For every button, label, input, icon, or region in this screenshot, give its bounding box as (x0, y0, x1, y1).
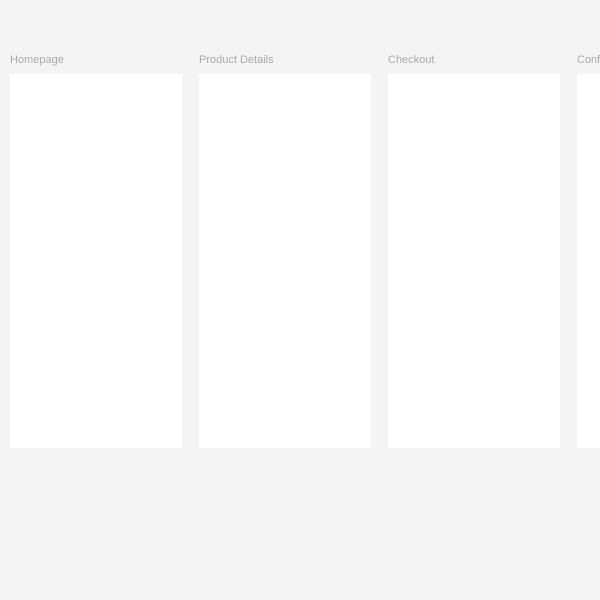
frame-confirmation[interactable]: Conf (577, 53, 600, 448)
frame-label-confirmation[interactable]: Conf (577, 53, 600, 68)
frame-product-details[interactable]: Product Details (199, 53, 371, 448)
frame-artboard-checkout[interactable] (388, 74, 560, 448)
frame-artboard-product-details[interactable] (199, 74, 371, 448)
frame-checkout[interactable]: Checkout (388, 53, 560, 448)
frame-homepage[interactable]: Homepage (10, 53, 182, 448)
frame-artboard-homepage[interactable] (10, 74, 182, 448)
frame-label-product-details[interactable]: Product Details (199, 53, 371, 68)
frame-label-homepage[interactable]: Homepage (10, 53, 182, 68)
frame-label-checkout[interactable]: Checkout (388, 53, 560, 68)
design-canvas[interactable]: Homepage Product Details Checkout Conf (0, 0, 600, 600)
frame-artboard-confirmation[interactable] (577, 74, 600, 448)
